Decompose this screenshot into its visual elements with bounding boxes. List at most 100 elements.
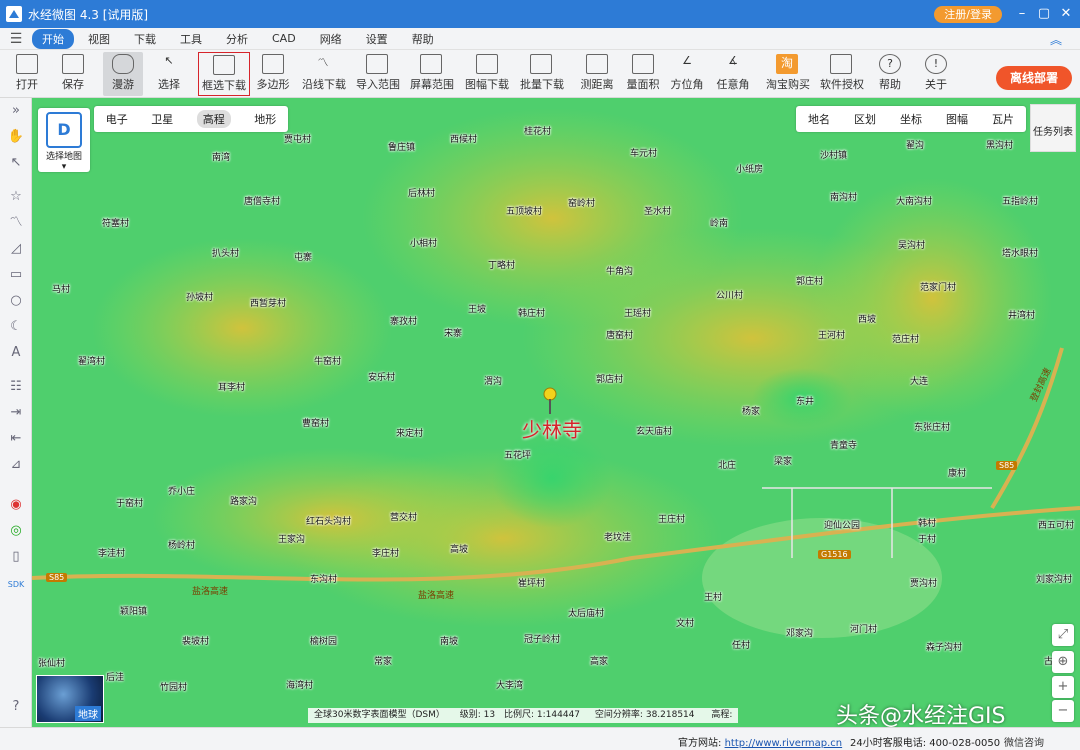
layer-tiles[interactable]: 瓦片 bbox=[992, 111, 1014, 127]
pushpin-icon[interactable] bbox=[542, 386, 558, 416]
place-label: 营交村 bbox=[390, 513, 418, 523]
menu-download[interactable]: 下载 bbox=[124, 29, 166, 49]
map-type-electronic[interactable]: 电子 bbox=[106, 111, 128, 127]
hand-icon[interactable]: ✋ bbox=[7, 128, 25, 146]
menu-tools[interactable]: 工具 bbox=[170, 29, 212, 49]
circle-icon[interactable]: ○ bbox=[7, 292, 25, 310]
fullscreen-icon[interactable]: ⤢ bbox=[1052, 624, 1074, 646]
task-list-button[interactable]: 任务列表 bbox=[1030, 104, 1076, 152]
map-view[interactable]: 电子 卫星 高程 地形 D 选择地图 ▾ 地名 区划 坐标 图幅 瓦片 任务列表… bbox=[32, 98, 1080, 727]
place-label: 小相村 bbox=[410, 239, 438, 249]
map-type-elevation[interactable]: 高程 bbox=[196, 110, 231, 128]
batch-download-button[interactable]: 批量下载 bbox=[520, 52, 564, 96]
map-type-terrain[interactable]: 地形 bbox=[254, 111, 276, 127]
cursor-icon: ↖ bbox=[164, 54, 174, 67]
locate-icon[interactable]: ⊕ bbox=[1052, 651, 1074, 673]
globe-thumbnail[interactable]: 地球 bbox=[36, 675, 104, 723]
place-label: 韩村 bbox=[918, 519, 937, 529]
menu-analysis[interactable]: 分析 bbox=[216, 29, 258, 49]
screen-icon bbox=[420, 54, 442, 74]
azimuth-button[interactable]: ∠ 方位角 bbox=[670, 52, 704, 96]
menu-cad[interactable]: CAD bbox=[262, 30, 306, 47]
help-button[interactable]: ? 帮助 bbox=[876, 52, 904, 96]
select-button[interactable]: ↖ 选择 bbox=[152, 52, 186, 96]
sheet-download-button[interactable]: 图幅下载 bbox=[464, 52, 510, 96]
wechat-consult-button[interactable]: 微信咨询 bbox=[1004, 734, 1044, 749]
azimuth-icon: ∠ bbox=[682, 54, 692, 67]
rectangle-icon[interactable]: ▭ bbox=[7, 266, 25, 284]
cursor-icon[interactable]: ↖ bbox=[7, 154, 25, 172]
polygon-icon[interactable]: ☆ bbox=[7, 188, 25, 206]
measure-area-button[interactable]: 量面积 bbox=[626, 52, 660, 96]
measure-icon[interactable]: ⊿ bbox=[7, 456, 25, 474]
phone-icon[interactable]: ▯ bbox=[7, 548, 25, 566]
place-label: 西坡 bbox=[858, 315, 877, 325]
place-label: 王河村 bbox=[818, 331, 846, 341]
place-label: 五指岭村 bbox=[1002, 197, 1039, 207]
help-icon[interactable]: ? bbox=[7, 698, 25, 716]
layer-sheets[interactable]: 图幅 bbox=[946, 111, 968, 127]
layer-coordinates[interactable]: 坐标 bbox=[900, 111, 922, 127]
place-label: 老坟洼 bbox=[604, 533, 632, 543]
polyline-icon[interactable]: 〽 bbox=[7, 214, 25, 232]
place-label: 郭庄村 bbox=[796, 277, 824, 287]
layer-icon[interactable]: ☷ bbox=[7, 378, 25, 396]
chart-icon[interactable]: ◿ bbox=[7, 240, 25, 258]
sdk-icon[interactable]: SDK bbox=[7, 576, 25, 594]
export-icon[interactable]: ⇤ bbox=[7, 430, 25, 448]
register-login-button[interactable]: 注册/登录 bbox=[934, 6, 1002, 23]
place-label: 李庄村 bbox=[372, 549, 400, 559]
offline-deploy-button[interactable]: 离线部署 bbox=[996, 66, 1072, 90]
menu-view[interactable]: 视图 bbox=[78, 29, 120, 49]
line-download-button[interactable]: 〽沿线下载 bbox=[302, 52, 346, 96]
app-logo-icon bbox=[6, 6, 22, 22]
import-range-button[interactable]: 导入范围 bbox=[356, 52, 400, 96]
lock-icon bbox=[830, 54, 852, 74]
about-button[interactable]: ! 关于 bbox=[922, 52, 950, 96]
zoom-in-icon[interactable]: + bbox=[1052, 676, 1074, 698]
import-icon[interactable]: ⇥ bbox=[7, 404, 25, 422]
maximize-icon[interactable]: ▢ bbox=[1034, 4, 1054, 24]
taobao-buy-button[interactable]: 淘淘宝购买 bbox=[766, 52, 810, 96]
pan-button[interactable]: 漫游 bbox=[103, 52, 143, 96]
box-download-button[interactable]: 框选下载 bbox=[198, 52, 250, 96]
text-icon[interactable]: A bbox=[7, 344, 25, 362]
layer-districts[interactable]: 区划 bbox=[854, 111, 876, 127]
window-title: 水经微图 4.3 [试用版] bbox=[28, 7, 149, 22]
measure-distance-button[interactable]: 测距离 bbox=[580, 52, 614, 96]
polygon-icon bbox=[262, 54, 284, 74]
layer-place-names[interactable]: 地名 bbox=[808, 111, 830, 127]
place-label: 塔水眼村 bbox=[1002, 249, 1039, 259]
open-button[interactable]: 打开 bbox=[10, 52, 44, 96]
hamburger-menu-icon[interactable]: ☰ bbox=[0, 31, 32, 47]
moon-icon[interactable]: ☾ bbox=[7, 318, 25, 336]
place-label: 迎仙公园 bbox=[824, 521, 861, 531]
license-button[interactable]: 软件授权 bbox=[820, 52, 864, 96]
menu-settings[interactable]: 设置 bbox=[356, 29, 398, 49]
close-icon[interactable]: ✕ bbox=[1056, 4, 1076, 24]
place-label: 颖阳镇 bbox=[120, 607, 148, 617]
collapse-ribbon-icon[interactable]: ︽ bbox=[1050, 31, 1062, 48]
globe-icon[interactable]: ◉ bbox=[7, 496, 25, 514]
title-bar: 水经微图 4.3 [试用版] 注册/登录 – ▢ ✕ bbox=[0, 0, 1080, 28]
zoom-out-icon[interactable]: − bbox=[1052, 700, 1074, 722]
polygon-button[interactable]: 多边形 bbox=[256, 52, 290, 96]
link-icon[interactable]: ◎ bbox=[7, 522, 25, 540]
place-label: 唐窑村 bbox=[606, 331, 634, 341]
expand-icon[interactable]: » bbox=[7, 102, 25, 120]
place-label: 大南沟村 bbox=[896, 197, 933, 207]
place-label: 后林村 bbox=[408, 189, 436, 199]
select-map-button[interactable]: D 选择地图 ▾ bbox=[38, 108, 90, 172]
save-button[interactable]: 保存 bbox=[56, 52, 90, 96]
map-type-satellite[interactable]: 卫星 bbox=[151, 111, 173, 127]
place-label: 大连 bbox=[910, 377, 929, 387]
place-label: 耳李村 bbox=[218, 383, 246, 393]
menu-network[interactable]: 网络 bbox=[310, 29, 352, 49]
minimize-icon[interactable]: – bbox=[1012, 4, 1032, 24]
menu-start[interactable]: 开始 bbox=[32, 28, 74, 49]
screen-range-button[interactable]: 屏幕范围 bbox=[410, 52, 454, 96]
place-label: 鲁庄镇 bbox=[388, 143, 416, 153]
any-angle-button[interactable]: ∡ 任意角 bbox=[716, 52, 750, 96]
menu-help[interactable]: 帮助 bbox=[402, 29, 444, 49]
site-link[interactable]: http://www.rivermap.cn bbox=[725, 738, 843, 749]
